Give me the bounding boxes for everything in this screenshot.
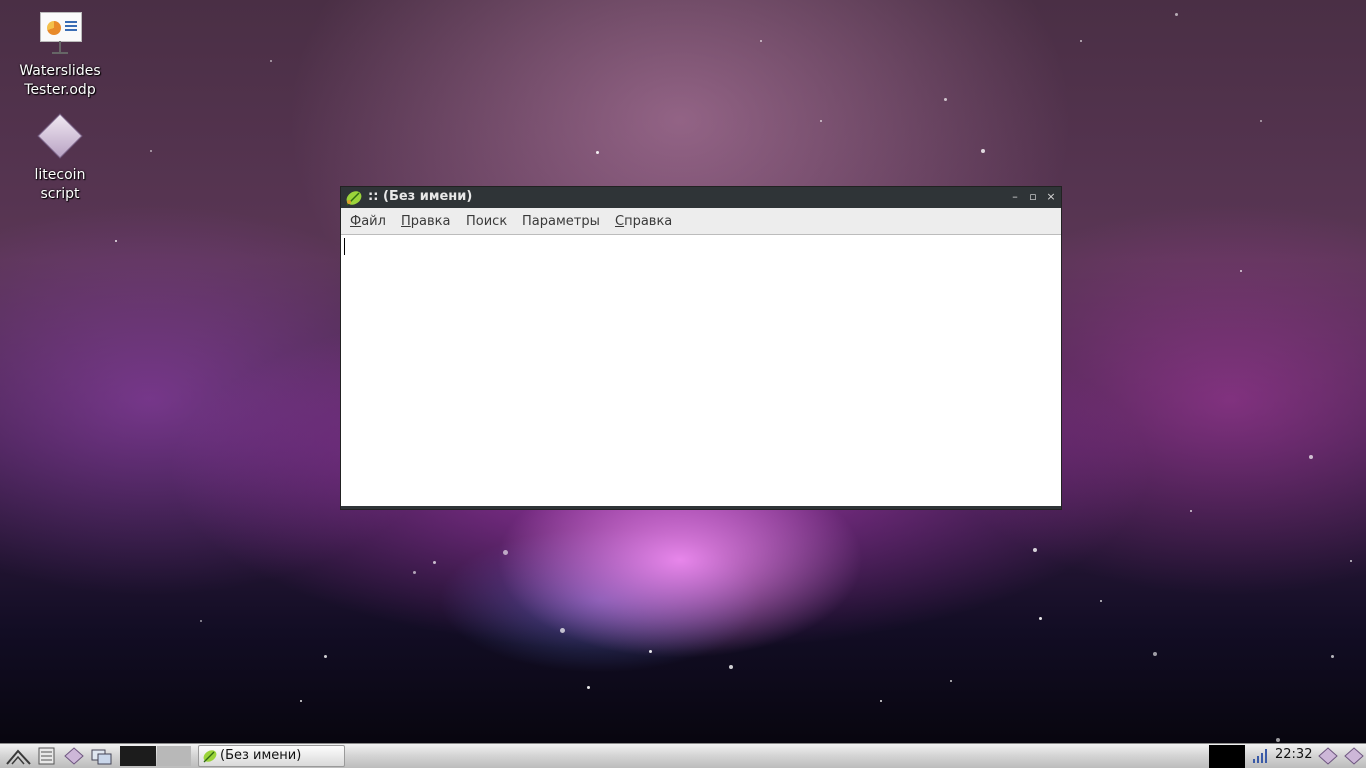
clock[interactable]: 22:32: [1275, 747, 1312, 762]
text-editing-area[interactable]: [341, 235, 1061, 506]
star: [729, 665, 733, 669]
leafpad-icon: [345, 190, 363, 210]
star: [1240, 270, 1242, 272]
title-separator: ::: [368, 189, 379, 204]
show-desktop-icon[interactable]: [91, 747, 112, 765]
menu-options[interactable]: Параметры: [522, 214, 600, 229]
star: [587, 686, 590, 689]
start-menu-icon[interactable]: [6, 747, 31, 765]
script-launcher-icon[interactable]: [64, 747, 84, 765]
menu-edit[interactable]: Правка: [401, 214, 450, 229]
star: [820, 120, 822, 122]
workspace-1[interactable]: [120, 746, 156, 766]
window-bottom-border: [341, 506, 1061, 509]
star: [413, 571, 416, 574]
tray-indicator: [1209, 745, 1245, 768]
maximize-button[interactable]: ▫: [1026, 190, 1040, 204]
star: [1190, 510, 1192, 512]
menu-bar: Файл Правка Поиск Параметры Справка: [341, 208, 1061, 235]
script-file-icon: [36, 113, 84, 162]
taskbar: (Без имени) 22:32: [0, 743, 1366, 768]
star: [1260, 120, 1262, 122]
desktop-icon-label-line2: Tester.odp: [24, 82, 96, 98]
star: [1175, 13, 1178, 16]
star: [1350, 560, 1352, 562]
star: [649, 650, 652, 653]
star: [1153, 652, 1157, 656]
star: [115, 240, 117, 242]
desktop-background: Waterslides Tester.odp litecoin script :…: [0, 0, 1366, 743]
menu-file[interactable]: Файл: [350, 214, 386, 229]
star: [300, 700, 302, 702]
star: [324, 655, 327, 658]
star: [1276, 738, 1280, 742]
desktop-icon-label-line1: litecoin: [34, 167, 86, 183]
desktop-icon-waterslides[interactable]: Waterslides Tester.odp: [10, 10, 110, 100]
text-editor-window[interactable]: :: (Без имени) – ▫ × Файл Правка Поиск П…: [341, 187, 1061, 509]
tray-app-icon[interactable]: [1318, 747, 1338, 765]
network-signal-icon[interactable]: [1251, 747, 1271, 765]
file-manager-icon[interactable]: [37, 747, 57, 765]
star: [503, 550, 508, 555]
menu-help[interactable]: Справка: [615, 214, 672, 229]
star: [880, 700, 882, 702]
star: [1100, 600, 1102, 602]
text-caret: [344, 238, 345, 255]
close-button[interactable]: ×: [1044, 190, 1058, 204]
star: [1080, 40, 1082, 42]
star: [944, 98, 947, 101]
star: [560, 628, 565, 633]
taskbar-window-label: (Без имени): [220, 748, 302, 763]
star: [1039, 617, 1042, 620]
leafpad-icon: [202, 749, 218, 767]
menu-search[interactable]: Поиск: [466, 214, 507, 229]
desktop-icon-label-line2: script: [40, 186, 80, 202]
star: [950, 680, 952, 682]
window-titlebar[interactable]: :: (Без имени) – ▫ ×: [341, 187, 1061, 208]
desktop-icon-litecoin-script[interactable]: litecoin script: [10, 113, 110, 204]
minimize-button[interactable]: –: [1008, 190, 1022, 204]
tray-app-icon[interactable]: [1344, 747, 1364, 765]
window-title: (Без имени): [383, 189, 473, 204]
star: [200, 620, 202, 622]
star: [150, 150, 152, 152]
star: [1309, 455, 1313, 459]
star: [760, 40, 762, 42]
workspace-2[interactable]: [157, 746, 191, 766]
star: [1033, 548, 1037, 552]
presentation-file-icon: [36, 10, 84, 58]
taskbar-window-button[interactable]: (Без имени): [198, 745, 345, 767]
star: [270, 60, 272, 62]
star: [1331, 655, 1334, 658]
star: [596, 151, 599, 154]
star: [433, 561, 436, 564]
star: [981, 149, 985, 153]
desktop-icon-label-line1: Waterslides: [19, 63, 101, 79]
